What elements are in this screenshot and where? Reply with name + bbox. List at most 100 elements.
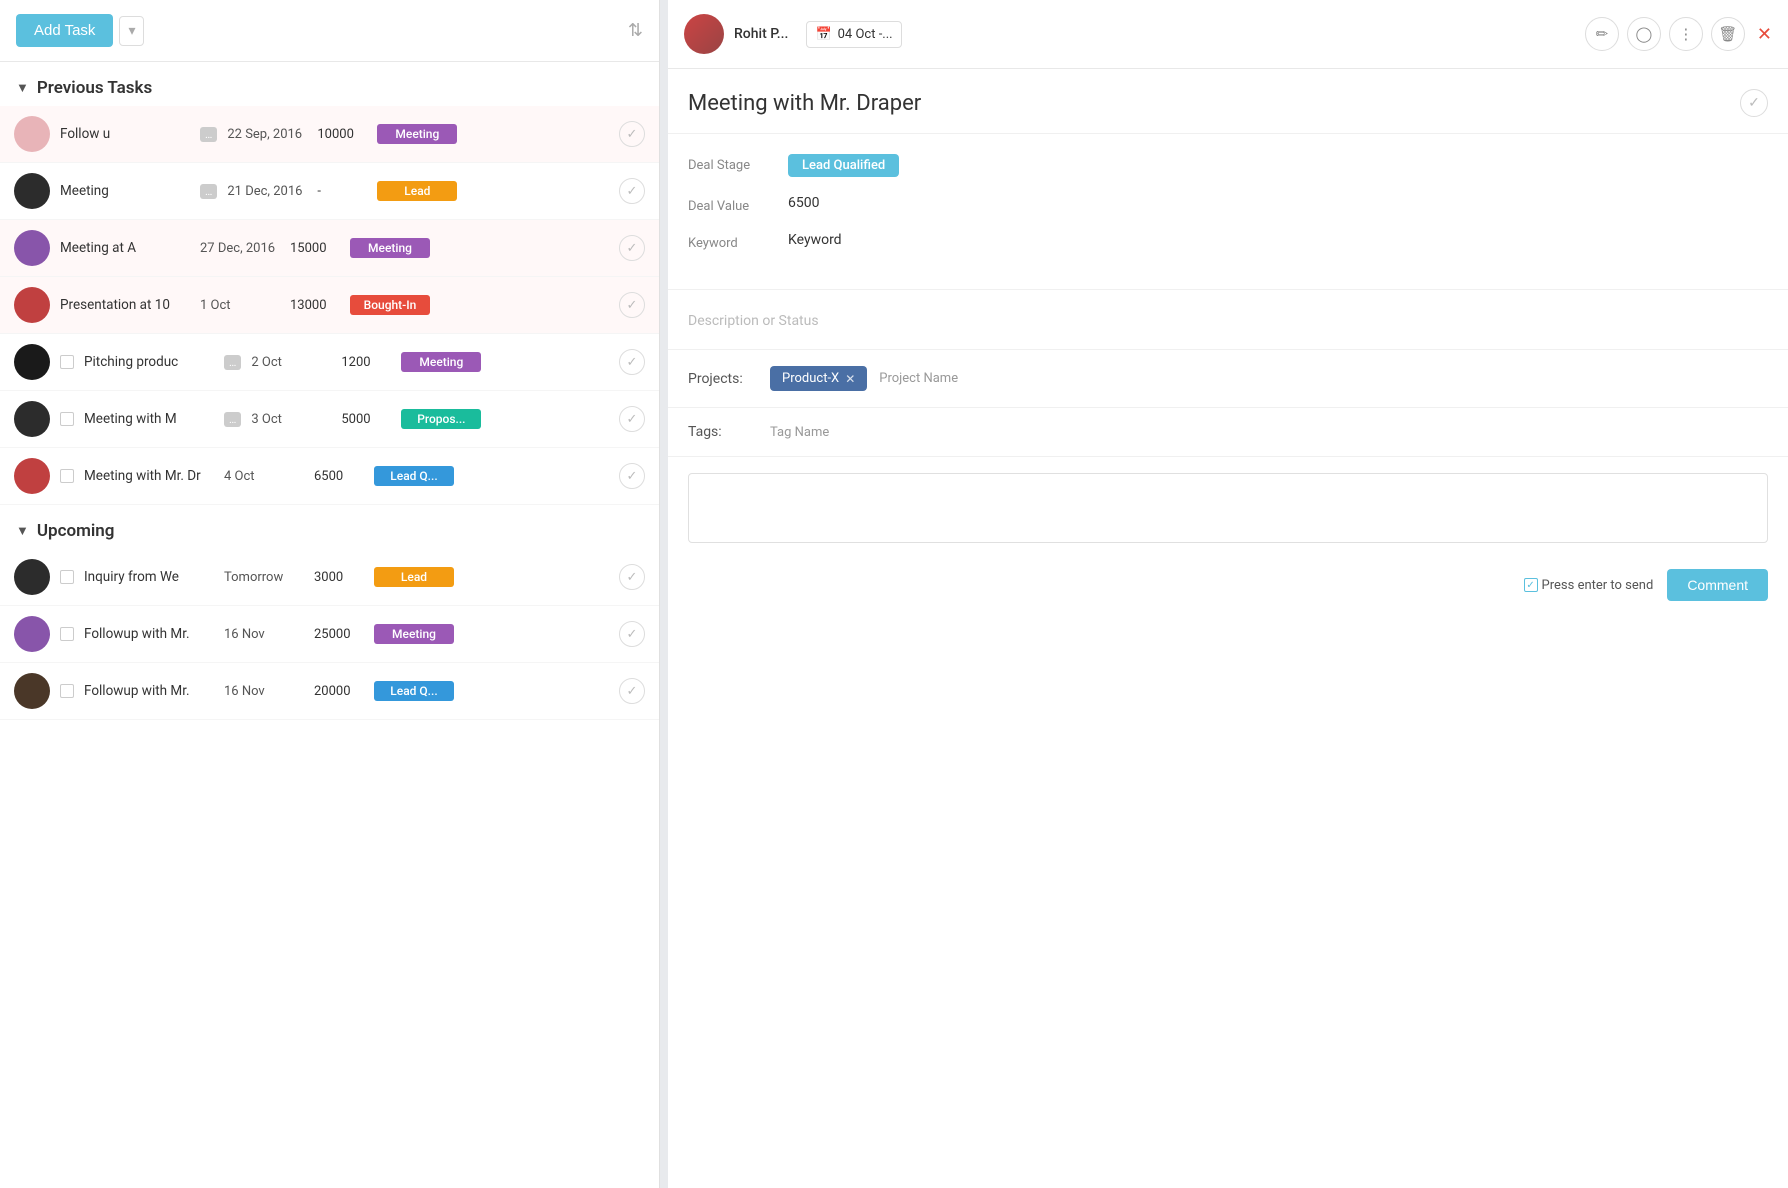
tag-name-input[interactable]: Tag Name — [770, 425, 829, 440]
task-tag[interactable]: Lead — [377, 181, 457, 201]
task-value: 6500 — [314, 469, 364, 484]
circle-button[interactable]: ◯ — [1627, 17, 1661, 51]
task-check-icon[interactable]: ✓ — [619, 121, 645, 147]
task-row[interactable]: Meeting at A 27 Dec, 2016 15000 Meeting … — [0, 220, 659, 277]
task-tag[interactable]: Meeting — [377, 124, 457, 144]
detail-title-check-button[interactable]: ✓ — [1740, 89, 1768, 117]
task-check-icon[interactable]: ✓ — [619, 463, 645, 489]
task-date: 4 Oct — [224, 469, 304, 484]
task-check-icon[interactable]: ✓ — [619, 235, 645, 261]
right-panel: Rohit P... 📅 04 Oct -... ✏ ◯ ⋮ 🗑 ✕ Meeti… — [668, 0, 1788, 1188]
task-row[interactable]: Inquiry from We Tomorrow 3000 Lead ✓ — [0, 549, 659, 606]
keyword-row: Keyword Keyword — [688, 232, 1768, 251]
description-placeholder: Description or Status — [688, 313, 819, 329]
project-tag[interactable]: Product-X ✕ — [770, 366, 867, 391]
task-dots-icon[interactable]: … — [224, 412, 241, 427]
task-check-icon[interactable]: ✓ — [619, 564, 645, 590]
projects-section: Projects: Product-X ✕ Project Name — [668, 350, 1788, 408]
avatar — [14, 230, 50, 266]
toolbar: Add Task ▾ ⇅ — [0, 0, 659, 62]
task-name: Pitching produc — [84, 354, 214, 370]
detail-title-row: Meeting with Mr. Draper ✓ — [668, 69, 1788, 134]
deal-stage-row: Deal Stage Lead Qualified — [688, 154, 1768, 177]
comment-input[interactable] — [688, 473, 1768, 543]
task-checkbox[interactable] — [60, 627, 74, 641]
task-tag[interactable]: Lead Q... — [374, 681, 454, 701]
project-tag-remove-icon[interactable]: ✕ — [845, 372, 855, 386]
task-date: 22 Sep, 2016 — [227, 127, 307, 142]
task-date: 2 Oct — [251, 355, 331, 370]
task-value: 3000 — [314, 570, 364, 585]
task-row[interactable]: Meeting … 21 Dec, 2016 - Lead ✓ — [0, 163, 659, 220]
task-row[interactable]: Meeting with M … 3 Oct 5000 Propos... ✓ — [0, 391, 659, 448]
panel-divider — [660, 0, 668, 1188]
trash-button[interactable]: 🗑 — [1711, 17, 1745, 51]
deal-stage-badge[interactable]: Lead Qualified — [788, 154, 899, 177]
task-checkbox[interactable] — [60, 412, 74, 426]
comment-button[interactable]: Comment — [1667, 569, 1768, 601]
close-button[interactable]: ✕ — [1757, 24, 1772, 45]
task-date: 27 Dec, 2016 — [200, 241, 280, 256]
task-row[interactable]: Follow u … 22 Sep, 2016 10000 Meeting ✓ — [0, 106, 659, 163]
tags-label: Tags: — [688, 424, 758, 440]
dropdown-arrow-icon[interactable]: ▾ — [119, 16, 144, 46]
avatar — [14, 401, 50, 437]
task-name: Followup with Mr. — [84, 626, 214, 642]
task-tag[interactable]: Bought-In — [350, 295, 430, 315]
upcoming-chevron-icon[interactable]: ▼ — [16, 523, 29, 539]
keyword-value: Keyword — [788, 232, 842, 248]
task-row[interactable]: Followup with Mr. 16 Nov 20000 Lead Q...… — [0, 663, 659, 720]
detail-date-value: 04 Oct -... — [838, 27, 893, 42]
task-check-icon[interactable]: ✓ — [619, 349, 645, 375]
pencil-button[interactable]: ✏ — [1585, 17, 1619, 51]
task-date: 21 Dec, 2016 — [227, 184, 307, 199]
task-dots-icon[interactable]: … — [200, 127, 217, 142]
task-row[interactable]: Followup with Mr. 16 Nov 25000 Meeting ✓ — [0, 606, 659, 663]
task-checkbox[interactable] — [60, 684, 74, 698]
task-tag[interactable]: Lead — [374, 567, 454, 587]
task-check-icon[interactable]: ✓ — [619, 678, 645, 704]
task-value: 25000 — [314, 627, 364, 642]
task-tag[interactable]: Meeting — [350, 238, 430, 258]
task-name: Followup with Mr. — [84, 683, 214, 699]
press-enter-checkbox[interactable]: ✓ — [1524, 578, 1538, 592]
previous-tasks-chevron-icon[interactable]: ▼ — [16, 80, 29, 96]
task-row[interactable]: Meeting with Mr. Dr 4 Oct 6500 Lead Q...… — [0, 448, 659, 505]
task-checkbox[interactable] — [60, 355, 74, 369]
task-tag[interactable]: Lead Q... — [374, 466, 454, 486]
task-date: 16 Nov — [224, 627, 304, 642]
deal-value-row: Deal Value 6500 — [688, 195, 1768, 214]
task-value: 15000 — [290, 241, 340, 256]
upcoming-label: Upcoming — [37, 521, 115, 541]
task-checkbox[interactable] — [60, 570, 74, 584]
previous-tasks-section-header: ▼ Previous Tasks — [0, 62, 659, 106]
task-check-icon[interactable]: ✓ — [619, 292, 645, 318]
detail-actions: ✏ ◯ ⋮ 🗑 ✕ — [1585, 17, 1772, 51]
task-tag[interactable]: Propos... — [401, 409, 481, 429]
left-panel: Add Task ▾ ⇅ ▼ Previous Tasks Follow u …… — [0, 0, 660, 1188]
task-dots-icon[interactable]: … — [224, 355, 241, 370]
task-checkbox[interactable] — [60, 469, 74, 483]
project-name-input[interactable]: Project Name — [879, 371, 958, 386]
deal-value: 6500 — [788, 195, 819, 211]
task-name: Meeting with M — [84, 411, 214, 427]
task-check-icon[interactable]: ✓ — [619, 406, 645, 432]
task-dots-icon[interactable]: … — [200, 184, 217, 199]
avatar — [14, 173, 50, 209]
sort-icon[interactable]: ⇅ — [628, 20, 643, 41]
task-value: 20000 — [314, 684, 364, 699]
calendar-icon: 📅 — [815, 27, 831, 42]
task-check-icon[interactable]: ✓ — [619, 621, 645, 647]
task-row[interactable]: Presentation at 10 1 Oct 13000 Bought-In… — [0, 277, 659, 334]
avatar — [14, 116, 50, 152]
task-tag[interactable]: Meeting — [401, 352, 481, 372]
more-options-button[interactable]: ⋮ — [1669, 17, 1703, 51]
task-name: Inquiry from We — [84, 569, 214, 585]
task-check-icon[interactable]: ✓ — [619, 178, 645, 204]
task-tag[interactable]: Meeting — [374, 624, 454, 644]
detail-date-field[interactable]: 📅 04 Oct -... — [806, 21, 901, 48]
task-row[interactable]: Pitching produc … 2 Oct 1200 Meeting ✓ — [0, 334, 659, 391]
task-date: 1 Oct — [200, 298, 280, 313]
add-task-button[interactable]: Add Task — [16, 14, 113, 47]
avatar — [14, 287, 50, 323]
